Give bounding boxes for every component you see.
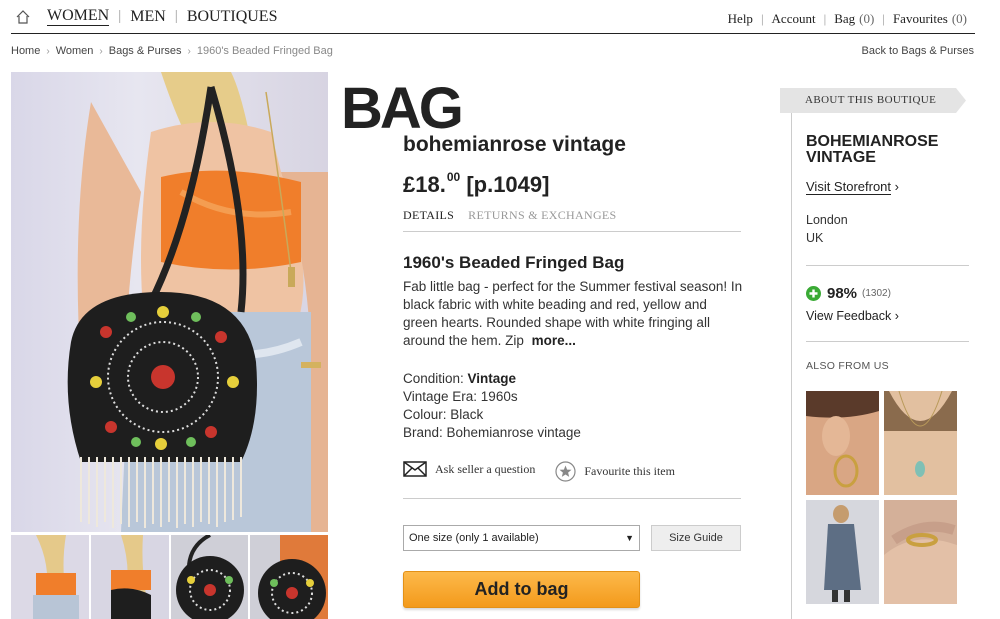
product-title: 1960's Beaded Fringed Bag bbox=[403, 253, 625, 272]
visit-storefront-link[interactable]: Visit Storefront › bbox=[806, 179, 899, 195]
nav-divider: | bbox=[174, 8, 178, 24]
breadcrumb-current: 1960's Beaded Fringed Bag bbox=[196, 45, 333, 57]
city: London bbox=[806, 213, 848, 227]
vintage-era: Vintage Era: 1960s bbox=[403, 389, 518, 404]
feedback-label: View Feedback bbox=[806, 309, 892, 323]
thumbnail-4[interactable] bbox=[250, 535, 328, 619]
about-boutique-heading: ABOUT THIS BOUTIQUE bbox=[805, 94, 937, 106]
rating-percent: 98% bbox=[827, 285, 858, 302]
bag-link[interactable]: Bag bbox=[834, 11, 855, 27]
tab-returns[interactable]: RETURNS & EXCHANGES bbox=[468, 208, 616, 231]
brand-logo: BAG bbox=[341, 76, 464, 141]
size-select[interactable]: One size (only 1 available) ▼ bbox=[403, 525, 640, 551]
thumbnail-strip bbox=[11, 535, 328, 619]
account-link[interactable]: Account bbox=[772, 11, 816, 27]
favourites-link[interactable]: Favourites bbox=[893, 11, 948, 27]
divider bbox=[806, 265, 969, 266]
brand: Brand: Bohemianrose vintage bbox=[403, 425, 581, 440]
rating-count: (1302) bbox=[862, 288, 891, 299]
nav-boutiques[interactable]: BOUTIQUES bbox=[187, 8, 278, 26]
thumbnail-1[interactable] bbox=[11, 535, 89, 619]
nav-men[interactable]: MEN bbox=[130, 8, 166, 26]
more-link[interactable]: more... bbox=[532, 333, 576, 348]
favourite-label: Favourite this item bbox=[584, 464, 675, 478]
help-link[interactable]: Help bbox=[728, 11, 753, 27]
breadcrumb-home[interactable]: Home bbox=[11, 45, 40, 57]
price-code: [p.1049] bbox=[466, 172, 550, 197]
thumbnail-2[interactable] bbox=[90, 535, 169, 619]
also-from-us-heading: ALSO FROM US bbox=[806, 360, 889, 372]
boutique-name: BOHEMIANROSE VINTAGE bbox=[806, 133, 939, 166]
divider bbox=[806, 341, 969, 342]
thumbnail-3[interactable] bbox=[170, 535, 249, 619]
condition-label: Condition: bbox=[403, 371, 468, 386]
product-main-image[interactable] bbox=[11, 72, 328, 532]
nav-divider: | bbox=[118, 8, 122, 24]
seller-rating: 98% (1302) bbox=[806, 285, 891, 302]
view-feedback-link[interactable]: View Feedback › bbox=[806, 309, 899, 323]
price-main: £18. bbox=[403, 172, 446, 197]
favourite-button[interactable]: Favourite this item bbox=[555, 461, 675, 482]
price: £18.00 [p.1049] bbox=[403, 170, 550, 198]
product-tabs: DETAILS RETURNS & EXCHANGES bbox=[403, 208, 741, 232]
condition: Condition: Vintage bbox=[403, 370, 581, 388]
dropdown-arrow-icon: ▼ bbox=[625, 533, 634, 543]
also-item-ring[interactable] bbox=[884, 500, 957, 604]
bag-count: (0) bbox=[859, 11, 875, 26]
seller-name[interactable]: bohemianrose vintage bbox=[403, 133, 626, 157]
chevron-right-icon: › bbox=[187, 45, 191, 57]
price-pence: 00 bbox=[446, 170, 461, 184]
storefront-label: Visit Storefront bbox=[806, 179, 892, 195]
product-actions: Ask seller a question Favourite this ite… bbox=[403, 461, 741, 499]
back-link[interactable]: Back to Bags & Purses bbox=[862, 45, 975, 57]
chevron-right-icon: › bbox=[99, 45, 103, 57]
breadcrumb-women[interactable]: Women bbox=[56, 45, 94, 57]
chevron-right-icon: › bbox=[46, 45, 50, 57]
size-guide-button[interactable]: Size Guide bbox=[651, 525, 741, 551]
ask-seller-button[interactable]: Ask seller a question bbox=[403, 461, 535, 477]
add-to-bag-button[interactable]: Add to bag bbox=[403, 571, 640, 608]
ask-seller-label: Ask seller a question bbox=[435, 461, 536, 476]
also-item-earring[interactable] bbox=[806, 391, 879, 495]
size-selected: One size (only 1 available) bbox=[409, 532, 539, 544]
star-icon bbox=[555, 461, 576, 482]
product-description: Fab little bag - perfect for the Summer … bbox=[403, 278, 743, 350]
envelope-icon bbox=[403, 461, 427, 477]
nav-divider: | bbox=[760, 11, 764, 26]
breadcrumb-bags[interactable]: Bags & Purses bbox=[109, 45, 182, 57]
also-from-us-grid bbox=[806, 391, 957, 604]
boutique-location: London UK bbox=[806, 211, 848, 247]
nav-divider: | bbox=[823, 11, 827, 26]
product-attributes: Condition: Vintage Vintage Era: 1960s Co… bbox=[403, 370, 581, 442]
condition-value: Vintage bbox=[467, 371, 517, 386]
favourites-count: (0) bbox=[951, 11, 967, 26]
also-item-dress[interactable] bbox=[806, 500, 879, 604]
tab-details[interactable]: DETAILS bbox=[403, 208, 454, 231]
colour: Colour: Black bbox=[403, 407, 484, 422]
also-item-necklace[interactable] bbox=[884, 391, 957, 495]
home-icon[interactable] bbox=[15, 9, 31, 25]
nav-divider: | bbox=[882, 11, 885, 26]
breadcrumb: Home › Women › Bags & Purses › 1960's Be… bbox=[11, 45, 333, 57]
top-nav: WOMEN | MEN | BOUTIQUES Help | Account |… bbox=[11, 4, 975, 34]
country: UK bbox=[806, 231, 824, 245]
nav-women[interactable]: WOMEN bbox=[47, 7, 110, 26]
plus-circle-icon bbox=[806, 286, 821, 301]
